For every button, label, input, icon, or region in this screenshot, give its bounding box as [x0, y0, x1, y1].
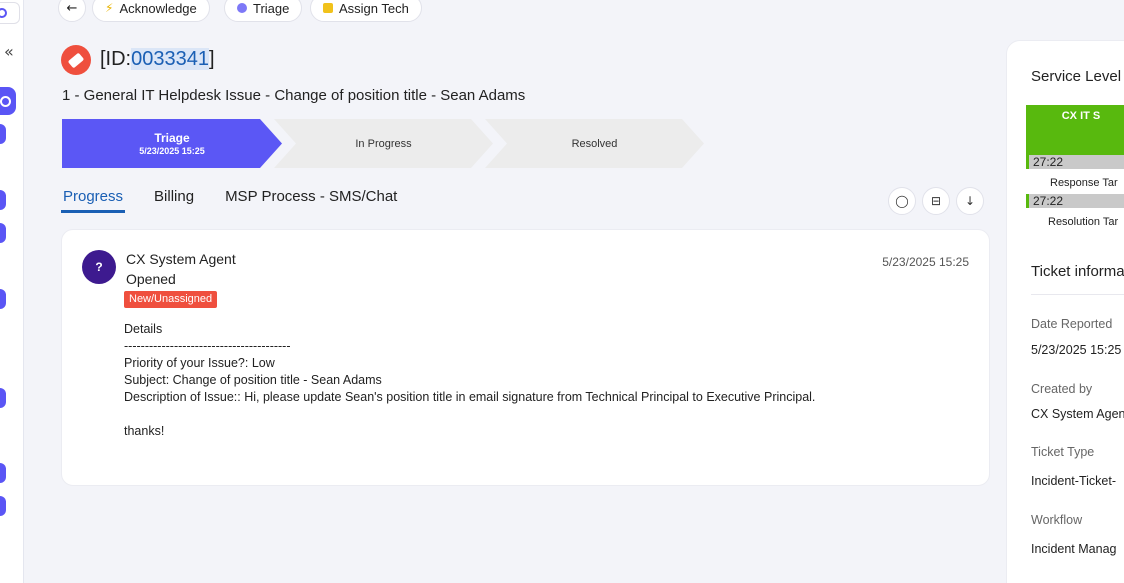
activity-card: ? CX System Agent Opened New/Unassigned … — [61, 229, 990, 486]
lightning-icon: ⚡ — [105, 1, 114, 15]
agent-name: CX System Agent — [126, 251, 236, 267]
sidebar-item[interactable] — [0, 223, 6, 243]
ticket-type-label: Ticket Type — [1031, 445, 1095, 459]
resolution-timer: 27:22 — [1026, 194, 1124, 208]
tab-msp-process[interactable]: MSP Process - SMS/Chat — [223, 188, 399, 213]
avatar: ? — [82, 250, 116, 284]
triage-button[interactable]: Triage — [224, 0, 303, 22]
triage-label: Triage — [253, 0, 290, 16]
step-in-progress[interactable]: In Progress — [274, 119, 493, 168]
workflow-value[interactable]: Incident Manag — [1031, 542, 1116, 556]
download-button[interactable]: ↓ — [956, 187, 984, 215]
collapse-all-button[interactable]: ⊟ — [922, 187, 950, 215]
rail-top-button[interactable] — [0, 2, 20, 24]
acknowledge-button[interactable]: ⚡ Acknowledge — [92, 0, 210, 22]
divider — [1031, 294, 1124, 295]
activity-timestamp: 5/23/2025 15:25 — [882, 255, 969, 269]
sidebar-item[interactable] — [0, 463, 6, 483]
acknowledge-label: Acknowledge — [119, 0, 197, 16]
circle-icon — [0, 8, 7, 18]
collapse-sidebar-icon[interactable]: « — [4, 42, 14, 61]
status-badge: New/Unassigned — [124, 291, 218, 308]
arrow-left-icon: ← — [66, 0, 78, 16]
service-level-title: Service Level — [1031, 68, 1122, 85]
ticket-type-value[interactable]: Incident-Ticket- — [1031, 474, 1116, 488]
ticket-id-number: 0033341 — [131, 48, 209, 70]
tab-bar: Progress Billing MSP Process - SMS/Chat — [61, 188, 426, 213]
created-by-value: CX System Agen — [1031, 407, 1124, 421]
right-panel: Service Level CX IT S 27:22 Response Tar… — [1006, 40, 1124, 583]
status-stepper: Triage 5/23/2025 15:25 In Progress Resol… — [62, 119, 712, 168]
sla-box: CX IT S — [1026, 105, 1124, 155]
workflow-label: Workflow — [1031, 513, 1083, 527]
back-button[interactable]: ← — [58, 0, 86, 22]
sidebar-item-active[interactable] — [0, 87, 16, 115]
sidebar-item[interactable] — [0, 388, 6, 408]
comment-icon: ◯ — [895, 194, 909, 208]
date-reported-label: Date Reported — [1031, 317, 1113, 331]
created-by-label: Created by — [1031, 382, 1093, 396]
sidebar-item[interactable] — [0, 496, 6, 516]
sidebar-item[interactable] — [0, 124, 6, 144]
tab-billing[interactable]: Billing — [152, 188, 196, 213]
activity-action: Opened — [126, 271, 176, 287]
ticket-info-title: Ticket informa — [1031, 263, 1124, 280]
left-rail: « — [0, 0, 24, 583]
collapse-icon: ⊟ — [930, 194, 942, 208]
resolution-target-label: Resolution Tar — [1048, 216, 1119, 228]
step-triage-date: 5/23/2025 15:25 — [139, 146, 205, 156]
ticket-title: 1 - General IT Helpdesk Issue - Change o… — [62, 87, 526, 104]
response-timer: 27:22 — [1026, 155, 1124, 169]
response-target-label: Response Tar — [1050, 177, 1118, 189]
step-resolved[interactable]: Resolved — [485, 119, 704, 168]
assign-tech-button[interactable]: Assign Tech — [310, 0, 422, 22]
sidebar-item[interactable] — [0, 190, 6, 210]
arrow-down-icon: ↓ — [964, 194, 976, 208]
arrow-circle-icon — [237, 3, 247, 13]
tab-progress[interactable]: Progress — [61, 188, 126, 213]
ticket-icon — [61, 45, 91, 75]
comment-button[interactable]: ◯ — [888, 187, 916, 215]
activity-details: Details --------------------------------… — [124, 322, 816, 438]
date-reported-value: 5/23/2025 15:25 — [1031, 343, 1122, 357]
ticket-id: [ID:0033341] — [100, 48, 215, 70]
step-triage[interactable]: Triage 5/23/2025 15:25 — [62, 119, 282, 168]
assign-icon — [323, 3, 333, 13]
sidebar-item[interactable] — [0, 289, 6, 309]
assign-tech-label: Assign Tech — [339, 0, 409, 16]
